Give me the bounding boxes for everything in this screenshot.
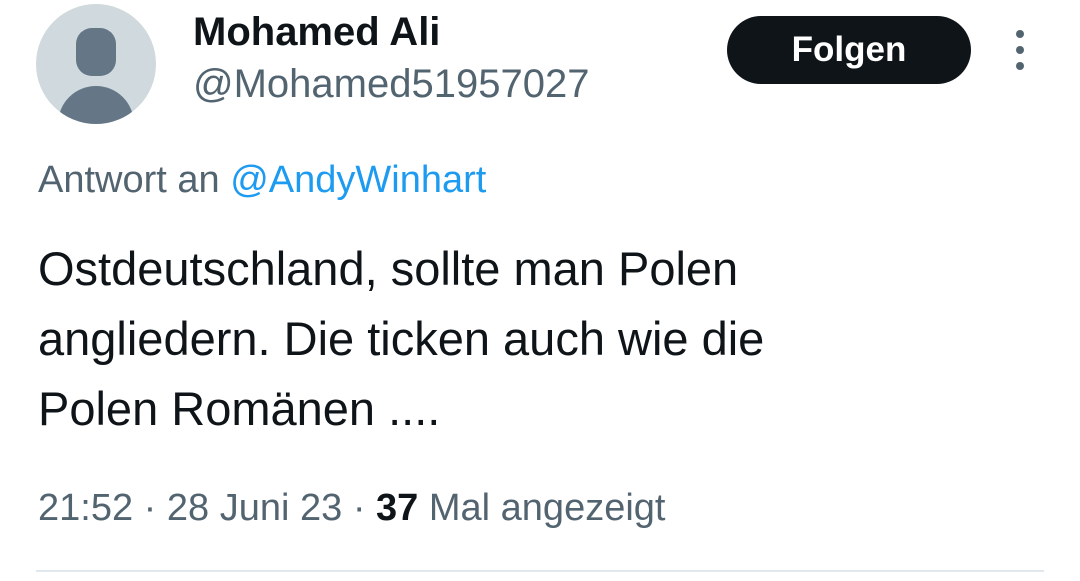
avatar[interactable] [36,4,156,124]
tweet-meta: 21:52 · 28 Juni 23 · 37 Mal angezeigt [38,484,665,532]
tweet-date[interactable]: 28 Juni 23 [167,487,342,529]
meta-separator: · [352,487,366,529]
more-vertical-icon[interactable] [1010,30,1030,70]
tweet-text-line: angliedern. Die ticken auch wie die [38,312,765,365]
views-label: Mal angezeigt [428,487,666,529]
reply-context: Antwort an @AndyWinhart [38,156,486,204]
meta-separator: · [143,487,157,529]
follow-button[interactable]: Folgen [727,16,971,84]
more-dot [1016,46,1024,54]
default-avatar-icon [76,28,116,76]
tweet-text: Ostdeutschland, sollte man Polen anglied… [38,234,1038,444]
reply-mention-link[interactable]: @AndyWinhart [230,159,486,201]
author-handle[interactable]: @Mohamed51957027 [193,60,589,108]
more-dot [1016,30,1024,38]
tweet-text-line: Polen Romänen .... [38,382,441,435]
reply-prefix: Antwort an [38,159,220,201]
divider [36,570,1044,572]
author-display-name[interactable]: Mohamed Ali [193,8,440,56]
more-dot [1016,62,1024,70]
views-count: 37 [376,487,419,529]
tweet-time[interactable]: 21:52 [38,487,133,529]
avatar-shoulders [58,86,134,124]
tweet-text-line: Ostdeutschland, sollte man Polen [38,242,739,295]
